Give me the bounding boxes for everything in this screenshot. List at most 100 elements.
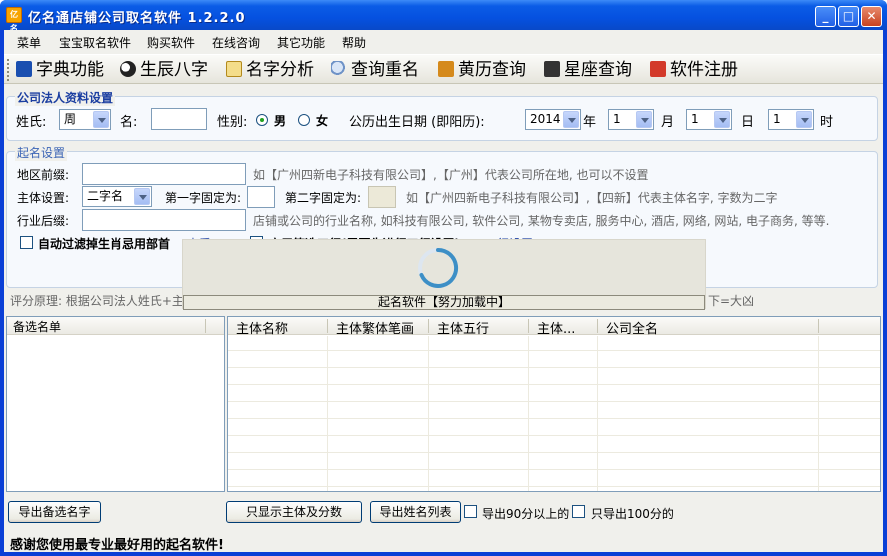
hour-unit: 时 bbox=[820, 115, 834, 130]
tool-register[interactable]: 软件注册 bbox=[650, 59, 738, 81]
legal-person-group: 公司法人资料设置 姓氏: 周 名: 性别: 男 女 公历出生日期 (即阳历): … bbox=[6, 89, 878, 141]
gender-label: 性别: bbox=[217, 115, 248, 130]
tool-zodiac[interactable]: 星座查询 bbox=[544, 59, 632, 81]
gender-female-label[interactable]: 女 bbox=[316, 112, 328, 129]
column-separator[interactable] bbox=[327, 319, 328, 333]
subject-hint: 如【广州四新电子科技有限公司】,【四新】代表主体名字, 字数为二字 bbox=[406, 191, 778, 205]
col-five-elements[interactable]: 主体五行 bbox=[437, 318, 489, 337]
column-separator[interactable] bbox=[528, 319, 529, 333]
filter-zodiac-checkbox[interactable] bbox=[20, 236, 33, 249]
column-separator[interactable] bbox=[818, 319, 819, 333]
given-name-input[interactable] bbox=[151, 108, 207, 130]
tool-name-analysis[interactable]: 名字分析 bbox=[226, 59, 314, 81]
gender-female-radio[interactable] bbox=[298, 114, 310, 126]
maximize-button[interactable]: □ bbox=[838, 6, 859, 27]
toolbar-grip[interactable] bbox=[7, 59, 10, 81]
tool-bazi[interactable]: 生辰八字 bbox=[120, 59, 208, 81]
tool-almanac-label: 黄历查询 bbox=[458, 60, 526, 80]
chevron-down-icon bbox=[93, 111, 109, 128]
birth-month-value: 1 bbox=[613, 112, 621, 126]
export-90-checkbox[interactable] bbox=[464, 505, 477, 518]
birth-day-value: 1 bbox=[691, 112, 699, 126]
col-subject-more[interactable]: 主体... bbox=[537, 318, 575, 337]
surname-select[interactable]: 周 bbox=[59, 109, 111, 130]
results-grid-lines bbox=[228, 336, 880, 491]
first-fixed-label: 第一字固定为: bbox=[165, 191, 242, 205]
minimize-button[interactable]: _ bbox=[815, 6, 836, 27]
results-grid[interactable]: 主体名称 主体繁体笔画 主体五行 主体... 公司全名 bbox=[227, 316, 881, 492]
tool-duplicate-check-label: 查询重名 bbox=[351, 60, 419, 80]
industry-label: 行业后缀: bbox=[17, 214, 70, 228]
chevron-down-icon bbox=[714, 111, 730, 128]
chevron-down-icon bbox=[134, 188, 150, 205]
chevron-down-icon bbox=[636, 111, 652, 128]
show-subject-score-button[interactable]: 只显示主体及分数 bbox=[226, 501, 362, 523]
second-fixed-input[interactable] bbox=[368, 186, 396, 208]
gender-male-label[interactable]: 男 bbox=[274, 112, 286, 129]
yin-yang-icon bbox=[120, 61, 136, 77]
menu-baby-naming[interactable]: 宝宝取名软件 bbox=[59, 34, 131, 51]
birth-hour-value: 1 bbox=[773, 112, 781, 126]
filter-zodiac-label[interactable]: 自动过滤掉生肖忌用部首 bbox=[38, 235, 170, 252]
naming-group-title: 起名设置 bbox=[15, 144, 68, 161]
close-button[interactable]: ✕ bbox=[861, 6, 882, 27]
candidate-list-panel[interactable]: 备选名单 bbox=[6, 316, 225, 492]
note-edit-icon bbox=[226, 61, 242, 77]
toolbar: 字典功能 生辰八字 名字分析 查询重名 黄历查询 星座查询 软件注册 bbox=[4, 54, 883, 84]
app-icon: 亿名 bbox=[6, 7, 22, 33]
menu-online-consult[interactable]: 在线咨询 bbox=[212, 34, 260, 51]
col-subject-name[interactable]: 主体名称 bbox=[236, 318, 288, 337]
industry-suffix-input[interactable] bbox=[82, 209, 246, 231]
birth-hour-select[interactable]: 1 bbox=[768, 109, 814, 130]
export-100-checkbox[interactable] bbox=[572, 505, 585, 518]
results-grid-header: 主体名称 主体繁体笔画 主体五行 主体... 公司全名 bbox=[228, 317, 880, 337]
tool-dictionary[interactable]: 字典功能 bbox=[16, 59, 104, 81]
export-90-label[interactable]: 导出90分以上的 bbox=[482, 505, 569, 522]
region-hint: 如【广州四新电子科技有限公司】,【广州】代表公司所在地, 也可以不设置 bbox=[253, 168, 649, 182]
tool-zodiac-label: 星座查询 bbox=[564, 60, 632, 80]
surname-label: 姓氏: bbox=[16, 115, 47, 130]
score-principle-text: 评分原理: 根据公司法人姓氏+主体 bbox=[10, 294, 196, 308]
menu-buy[interactable]: 购买软件 bbox=[147, 34, 195, 51]
col-company-full-name[interactable]: 公司全名 bbox=[606, 318, 658, 337]
chevron-down-icon bbox=[563, 111, 579, 128]
tool-duplicate-check[interactable]: 查询重名 bbox=[331, 59, 419, 81]
title-bar[interactable]: 亿名 亿名通店铺公司取名软件 1.2.2.0 _ □ ✕ bbox=[0, 0, 887, 33]
menu-main[interactable]: 菜单 bbox=[17, 34, 41, 51]
export-100-label[interactable]: 只导出100分的 bbox=[591, 505, 674, 522]
candidate-list-header: 备选名单 bbox=[7, 317, 224, 335]
column-separator[interactable] bbox=[428, 319, 429, 333]
month-unit: 月 bbox=[661, 115, 675, 130]
second-fixed-label: 第二字固定为: bbox=[285, 191, 362, 205]
star-sign-icon bbox=[544, 61, 560, 77]
subject-value: 二字名 bbox=[87, 189, 124, 203]
loading-overlay: 起名软件【努力加载中】 bbox=[182, 239, 706, 310]
col-stroke-count[interactable]: 主体繁体笔画 bbox=[336, 318, 414, 337]
legal-group-title: 公司法人资料设置 bbox=[15, 89, 116, 106]
tool-almanac[interactable]: 黄历查询 bbox=[438, 59, 526, 81]
tool-dictionary-label: 字典功能 bbox=[36, 60, 104, 80]
surname-value: 周 bbox=[64, 112, 77, 126]
export-candidates-button[interactable]: 导出备选名字 bbox=[8, 501, 101, 523]
subject-select[interactable]: 二字名 bbox=[82, 186, 152, 207]
day-unit: 日 bbox=[741, 115, 755, 130]
gender-male-radio[interactable] bbox=[256, 114, 268, 126]
column-separator[interactable] bbox=[597, 319, 598, 333]
tool-bazi-label: 生辰八字 bbox=[140, 60, 208, 80]
region-prefix-input[interactable] bbox=[82, 163, 246, 185]
birth-year-value: 2014 bbox=[530, 112, 561, 126]
birth-day-select[interactable]: 1 bbox=[686, 109, 732, 130]
app-window: 亿名 亿名通店铺公司取名软件 1.2.2.0 _ □ ✕ 菜单 宝宝取名软件 购… bbox=[0, 0, 887, 556]
first-fixed-input[interactable] bbox=[247, 186, 275, 208]
menu-other[interactable]: 其它功能 bbox=[277, 34, 325, 51]
book-icon bbox=[16, 61, 32, 77]
birth-month-select[interactable]: 1 bbox=[608, 109, 654, 130]
birth-year-select[interactable]: 2014 bbox=[525, 109, 581, 130]
export-name-list-button[interactable]: 导出姓名列表 bbox=[370, 501, 461, 523]
subject-label: 主体设置: bbox=[17, 191, 70, 205]
menu-help[interactable]: 帮助 bbox=[342, 34, 366, 51]
industry-hint: 店铺或公司的行业名称, 如科技有限公司, 软件公司, 某物专卖店, 服务中心, … bbox=[253, 214, 830, 228]
window-title: 亿名通店铺公司取名软件 1.2.2.0 bbox=[28, 11, 246, 26]
score-principle-tail: 下=大凶 bbox=[708, 294, 755, 308]
menu-bar: 菜单 宝宝取名软件 购买软件 在线咨询 其它功能 帮助 bbox=[4, 30, 883, 52]
